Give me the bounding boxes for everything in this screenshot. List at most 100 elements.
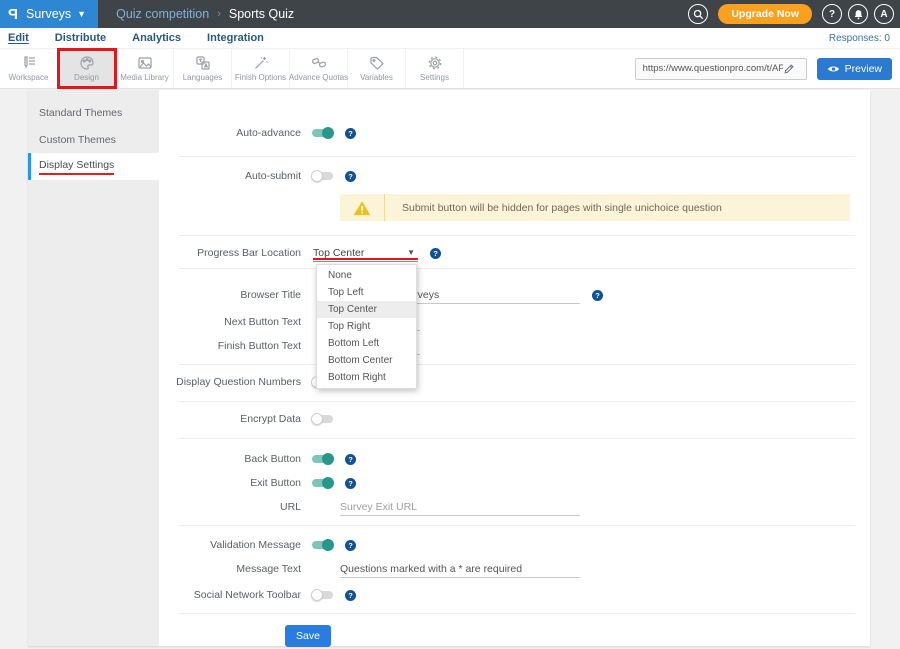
help-icon[interactable]: ? <box>345 540 356 551</box>
translate-icon <box>195 55 211 71</box>
validation-message-toggle[interactable] <box>312 541 333 549</box>
responses-count[interactable]: Responses: 0 <box>829 33 900 44</box>
annotation-red-underline <box>313 258 418 260</box>
back-button-row: Back Button ? <box>159 450 870 468</box>
sidebar-item-custom-themes[interactable]: Custom Themes <box>28 126 159 153</box>
save-button[interactable]: Save <box>285 625 331 647</box>
menu-option-top-center[interactable]: Top Center <box>317 301 416 318</box>
design-page: Standard Themes Custom Themes Display Se… <box>28 90 870 646</box>
section-divider <box>179 525 855 526</box>
progress-bar-location-menu: None Top Left Top Center Top Right Botto… <box>316 264 417 389</box>
section-divider <box>179 268 855 269</box>
product-name: Surveys <box>26 7 71 21</box>
toolbar-workspace[interactable]: Workspace <box>0 49 58 88</box>
help-icon[interactable]: ? <box>430 248 441 259</box>
toolbar-media-library[interactable]: Media Library <box>116 49 174 88</box>
design-sidebar: Standard Themes Custom Themes Display Se… <box>28 90 159 646</box>
breadcrumb-survey-name: Sports Quiz <box>229 7 294 21</box>
sidebar-item-display-settings[interactable]: Display Settings <box>28 153 159 180</box>
exit-button-toggle[interactable] <box>312 479 333 487</box>
nav-tab-distribute[interactable]: Distribute <box>55 32 106 44</box>
message-text-input[interactable] <box>340 561 580 578</box>
toolbar-label: Advance Quotas <box>289 73 348 82</box>
encrypt-data-toggle[interactable] <box>312 415 333 423</box>
menu-option-bottom-center[interactable]: Bottom Center <box>317 352 416 369</box>
workspace-icon <box>21 55 37 71</box>
validation-message-row: Validation Message ? <box>159 536 870 554</box>
nav-tab-edit[interactable]: Edit <box>8 32 29 44</box>
warning-text: Submit button will be hidden for pages w… <box>385 202 722 214</box>
help-icon[interactable]: ? <box>345 171 356 182</box>
topbar-actions: Upgrade Now ? A <box>688 0 900 28</box>
social-network-toolbar-row: Social Network Toolbar ? <box>159 586 870 604</box>
nav-tab-integration[interactable]: Integration <box>207 32 264 44</box>
menu-option-bottom-right[interactable]: Bottom Right <box>317 369 416 386</box>
exit-button-label: Exit Button <box>159 477 301 489</box>
search-button[interactable] <box>688 4 708 24</box>
questionpro-logo-icon: P <box>8 6 18 23</box>
breadcrumb-folder[interactable]: Quiz competition <box>116 7 209 21</box>
eye-icon <box>827 64 840 74</box>
finish-button-text-row: Finish Button Text <box>159 337 870 355</box>
search-icon <box>693 9 704 20</box>
social-network-toolbar-toggle[interactable] <box>312 591 333 599</box>
sidebar-item-standard-themes[interactable]: Standard Themes <box>28 99 159 126</box>
help-icon[interactable]: ? <box>345 128 356 139</box>
save-row: Save <box>159 625 870 647</box>
help-button[interactable]: ? <box>822 4 842 24</box>
social-network-toolbar-label: Social Network Toolbar <box>159 589 301 601</box>
help-icon[interactable]: ? <box>345 478 356 489</box>
section-divider <box>179 401 855 402</box>
auto-submit-toggle[interactable] <box>312 172 333 180</box>
exit-url-input[interactable] <box>340 499 580 516</box>
toolbar-finish-options[interactable]: Finish Options <box>232 49 290 88</box>
message-text-row: Message Text <box>159 560 870 578</box>
help-icon[interactable]: ? <box>345 454 356 465</box>
auto-submit-row: Auto-submit ? <box>159 167 870 185</box>
preview-button[interactable]: Preview <box>817 58 892 80</box>
menu-option-top-right[interactable]: Top Right <box>317 318 416 335</box>
section-divider <box>179 364 855 365</box>
toolbar-settings[interactable]: Settings <box>406 49 464 88</box>
surveys-menu[interactable]: P Surveys ▼ <box>0 0 98 28</box>
survey-nav: Edit Distribute Analytics Integration Re… <box>0 28 900 48</box>
survey-url-input[interactable] <box>643 63 783 74</box>
encrypt-data-label: Encrypt Data <box>159 413 301 425</box>
auto-submit-warning: Submit button will be hidden for pages w… <box>340 194 850 221</box>
image-icon <box>137 55 153 71</box>
browser-title-label: Browser Title <box>159 289 301 301</box>
help-icon[interactable]: ? <box>345 590 356 601</box>
bell-icon <box>853 9 864 20</box>
upgrade-now-button[interactable]: Upgrade Now <box>718 4 812 24</box>
chevron-down-icon: ▼ <box>77 9 86 19</box>
top-app-bar: P Surveys ▼ Quiz competition › Sports Qu… <box>0 0 900 28</box>
back-button-toggle[interactable] <box>312 455 333 463</box>
wand-icon <box>253 55 269 71</box>
edit-pencil-icon[interactable] <box>783 63 795 75</box>
toolbar-languages[interactable]: Languages <box>174 49 232 88</box>
progress-bar-location-select[interactable]: Top Center ▼ <box>313 245 418 262</box>
toolbar-design[interactable]: Design <box>58 49 116 88</box>
breadcrumb-separator-icon: › <box>217 8 221 20</box>
next-button-text-row: Next Button Text <box>159 313 870 331</box>
help-icon[interactable]: ? <box>592 290 603 301</box>
sidebar-item-label: Standard Themes <box>39 107 122 119</box>
menu-option-none[interactable]: None <box>317 267 416 284</box>
toolbar-label: Languages <box>183 73 223 82</box>
survey-url-box <box>635 58 807 80</box>
validation-message-label: Validation Message <box>159 539 301 551</box>
progress-bar-location-row: Progress Bar Location Top Center ▼ None … <box>159 244 870 262</box>
toolbar-label: Variables <box>360 73 393 82</box>
notifications-button[interactable] <box>848 4 868 24</box>
menu-option-top-left[interactable]: Top Left <box>317 284 416 301</box>
progress-bar-location-select-wrap: Top Center ▼ None Top Left Top Center To… <box>313 245 418 262</box>
menu-option-bottom-left[interactable]: Bottom Left <box>317 335 416 352</box>
nav-tab-analytics[interactable]: Analytics <box>132 32 181 44</box>
toolbar-advance-quotas[interactable]: Advance Quotas <box>290 49 348 88</box>
auto-advance-toggle[interactable] <box>312 129 333 137</box>
palette-icon <box>79 55 95 71</box>
display-question-numbers-row: Display Question Numbers <box>159 373 870 391</box>
finish-button-text-label: Finish Button Text <box>159 340 301 352</box>
toolbar-variables[interactable]: Variables <box>348 49 406 88</box>
account-avatar[interactable]: A <box>874 4 894 24</box>
